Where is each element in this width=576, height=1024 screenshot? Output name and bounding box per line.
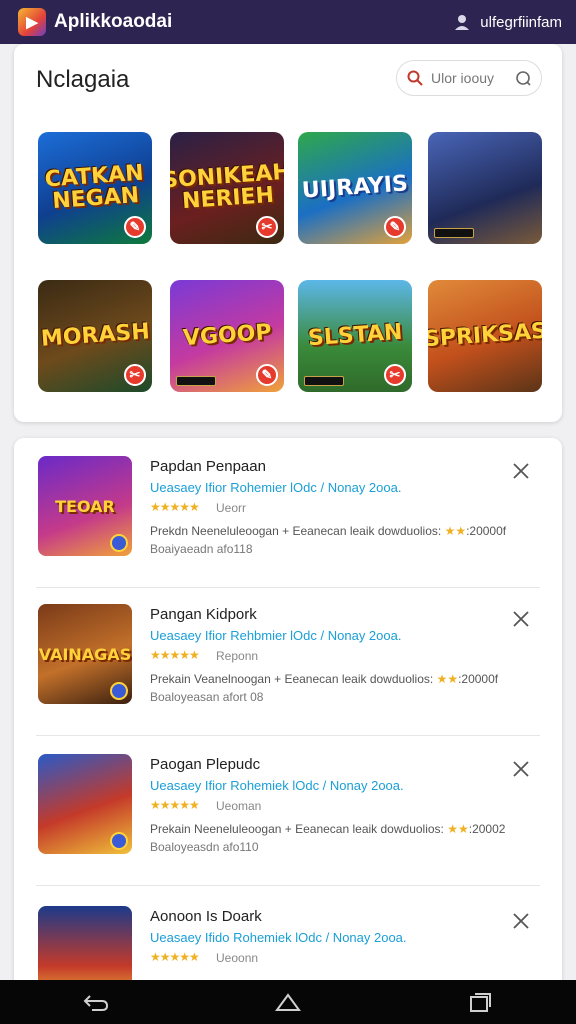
desc-stars: ★★	[444, 524, 467, 538]
app-thumbnail-title: VAINAGAS	[38, 644, 132, 664]
rating-text: Ueorr	[216, 501, 247, 515]
list-item[interactable]: TEOAR Papdan Penpaan Ueasaey Ifior Rohem…	[14, 438, 562, 588]
game-tile[interactable]: UIJRAYIS ✎	[298, 132, 412, 244]
game-badge-icon: ✎	[256, 364, 278, 386]
app-description: Prekdn Neeneluleoogan + Eeanecan leaik d…	[150, 524, 506, 538]
rating-stars: ★★★★★	[150, 648, 200, 662]
account-icon	[455, 15, 470, 30]
badge-icon	[110, 682, 128, 700]
app-description: Prekain Neeneluleoogan + Eeanecan leaik …	[150, 822, 505, 836]
search-icon	[407, 70, 423, 86]
app-description: Prekain Veanelnoogan + Eeanecan leaik do…	[150, 672, 498, 686]
back-icon[interactable]	[82, 991, 110, 1013]
search-input[interactable]: Ulor ioouy	[396, 60, 542, 96]
system-nav-bar	[0, 980, 576, 1024]
rating-text: Ueoonn	[216, 951, 259, 965]
featured-section: Nclagaia Ulor ioouy CATKAN NEGAN ✎ SONIK…	[14, 44, 562, 422]
app-size: Boaiyaeadn afo118	[150, 542, 253, 556]
home-icon[interactable]	[274, 991, 302, 1013]
game-plate	[176, 376, 216, 386]
top-app-bar: ▶ Aplikkoaodai ulfegrfiinfam	[0, 0, 576, 44]
app-developer[interactable]: Ueasaey Ifior Rohemier lOdc / Nonay 2ooa…	[150, 480, 401, 495]
app-size: Boaloyeasan afort 08	[150, 690, 264, 704]
game-tile-title: MORASH	[39, 319, 151, 352]
app-list: TEOAR Papdan Penpaan Ueasaey Ifior Rohem…	[14, 438, 562, 998]
app-developer[interactable]: Ueasaey Ifior Rehbmier lOdc / Nonay 2ooa…	[150, 628, 401, 643]
close-icon[interactable]	[512, 912, 530, 930]
app-developer[interactable]: Ueasaey Ifido Rohemiek lOdc / Nonay 2ooa…	[150, 930, 407, 945]
rating-stars: ★★★★★	[150, 500, 200, 514]
app-thumbnail-title: TEOAR	[55, 496, 115, 516]
list-item[interactable]: VAINAGAS Pangan Kidpork Ueasaey Ifior Re…	[14, 586, 562, 736]
game-tile-title: SLSTAN	[306, 319, 403, 352]
list-item[interactable]: Paogan Plepudc Ueasaey Ifior Rohemiek lO…	[14, 736, 562, 886]
desc-count: :20000f	[458, 672, 499, 686]
app-name[interactable]: Aonoon Is Doark	[150, 908, 262, 925]
app-thumbnail: VAINAGAS	[38, 604, 132, 704]
game-badge-icon: ✂	[256, 216, 278, 238]
rating-stars: ★★★★★	[150, 950, 200, 964]
game-plate	[434, 228, 474, 238]
app-thumbnail: TEOAR	[38, 456, 132, 556]
rating-text: Ueoman	[216, 799, 262, 813]
app-name[interactable]: Paogan Plepudc	[150, 756, 260, 773]
desc-stars: ★★	[436, 672, 459, 686]
badge-icon	[110, 832, 128, 850]
desc-count: :20002	[468, 822, 506, 836]
app-name: Aplikkoaodai	[54, 11, 173, 32]
account-button[interactable]: ulfegrfiinfam	[454, 13, 562, 31]
game-badge-icon: ✂	[124, 364, 146, 386]
game-tile[interactable]: VGOOP ✎	[170, 280, 284, 392]
app-developer[interactable]: Ueasaey Ifior Rohemiek lOdc / Nonay 2ooa…	[150, 778, 404, 793]
app-description-text: Prekain Veanelnoogan + Eeanecan leaik do…	[150, 672, 434, 686]
game-badge-icon: ✎	[384, 216, 406, 238]
refresh-icon[interactable]	[515, 70, 531, 86]
game-tile[interactable]: CATKAN NEGAN ✎	[38, 132, 152, 244]
app-thumbnail	[38, 754, 132, 854]
close-icon[interactable]	[512, 760, 530, 778]
game-tile-title: SONIKEAH NERIEH	[170, 159, 284, 215]
close-icon[interactable]	[512, 462, 530, 480]
app-description-text: Prekain Neeneluleoogan + Eeanecan leaik …	[150, 822, 444, 836]
game-tile[interactable]: SLSTAN ✂	[298, 280, 412, 392]
game-tile[interactable]	[428, 132, 542, 244]
app-description-text: Prekdn Neeneluleoogan + Eeanecan leaik d…	[150, 524, 442, 538]
game-badge-icon: ✂	[384, 364, 406, 386]
recents-icon[interactable]	[466, 991, 494, 1013]
app-name[interactable]: Papdan Penpaan	[150, 458, 266, 475]
game-plate	[304, 376, 344, 386]
app-size: Boaloyeasdn afo110	[150, 840, 259, 854]
app-logo-icon[interactable]: ▶	[18, 8, 46, 36]
desc-stars: ★★	[447, 822, 469, 836]
game-badge-icon: ✎	[124, 216, 146, 238]
game-tile-title: CATKAN NEGAN	[43, 160, 145, 214]
game-tile[interactable]: SONIKEAH NERIEH ✂	[170, 132, 284, 244]
game-tile-title: VGOOP	[181, 319, 273, 352]
desc-count: :20000f	[466, 524, 507, 538]
rating-stars: ★★★★★	[150, 798, 200, 812]
search-placeholder: Ulor ioouy	[431, 70, 495, 86]
divider	[36, 885, 540, 886]
game-tile[interactable]: SPRIKSAS	[428, 280, 542, 392]
close-icon[interactable]	[512, 610, 530, 628]
rating-text: Reponn	[216, 649, 259, 663]
featured-title: Nclagaia	[36, 66, 130, 93]
game-tile-title	[479, 188, 491, 189]
account-label: ulfegrfiinfam	[480, 13, 562, 31]
badge-icon	[110, 534, 128, 552]
app-name[interactable]: Pangan Kidpork	[150, 606, 257, 623]
game-tile-title: UIJRAYIS	[301, 171, 409, 204]
game-tile[interactable]: MORASH ✂	[38, 280, 152, 392]
game-tile-title: SPRIKSAS	[428, 318, 542, 353]
